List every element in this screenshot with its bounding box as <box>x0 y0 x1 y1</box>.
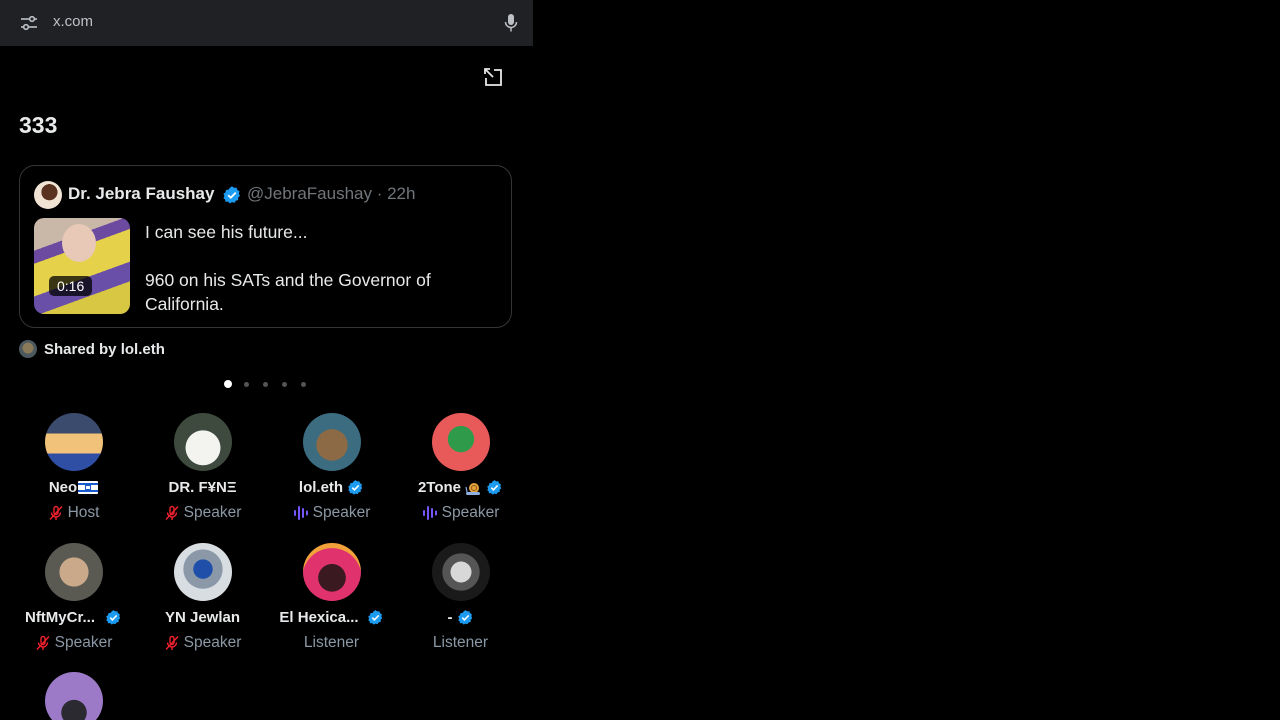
page-dot[interactable] <box>282 381 287 387</box>
url-text[interactable]: x.com <box>53 13 93 30</box>
site-settings-icon[interactable] <box>20 14 38 32</box>
participant-role: Listener <box>432 634 489 651</box>
post-text: I can see his future... 960 on his SATs … <box>145 220 485 316</box>
participant-name: YN Jewlan <box>164 609 241 626</box>
participant-role: Speaker <box>183 504 242 521</box>
expand-icon[interactable] <box>482 66 504 88</box>
space-title: 333 <box>19 112 58 138</box>
space-panel: x.com 333 Dr. Jebra Faushay @JebraFausha… <box>0 0 533 720</box>
shared-by[interactable]: Shared by lol.eth <box>19 339 165 359</box>
avatar[interactable] <box>174 543 232 601</box>
verified-badge-icon <box>487 480 502 495</box>
participant-name: Neo <box>48 479 78 496</box>
verified-badge-icon <box>106 610 121 625</box>
verified-badge-icon <box>457 610 472 625</box>
browser-address-bar[interactable]: x.com <box>0 0 533 46</box>
avatar[interactable] <box>45 413 103 471</box>
participant-name: El Hexica... <box>279 609 359 626</box>
avatar[interactable] <box>45 672 103 720</box>
avatar[interactable] <box>303 543 361 601</box>
snail-emoji-icon <box>465 482 481 495</box>
mic-muted-icon <box>36 635 50 650</box>
participant-name: NftMyCr... <box>24 609 95 626</box>
avatar[interactable] <box>432 543 490 601</box>
video-thumbnail[interactable]: 0:16 <box>34 218 130 314</box>
page-dot[interactable] <box>263 381 268 387</box>
verified-badge-icon <box>367 610 382 625</box>
page-dot[interactable] <box>224 380 232 388</box>
participant-role: Speaker <box>312 504 371 521</box>
video-duration: 0:16 <box>49 276 93 296</box>
participant-name: 2Tone <box>417 479 462 496</box>
author-avatar[interactable] <box>34 181 62 209</box>
microphone-icon[interactable] <box>504 13 518 33</box>
participant-name: DR. F¥NΞ <box>168 479 237 496</box>
avatar[interactable] <box>45 543 103 601</box>
participant-name: - <box>447 609 453 626</box>
participant-role: Speaker <box>441 504 500 521</box>
participant-role: Speaker <box>54 634 113 651</box>
avatar[interactable] <box>303 413 361 471</box>
post-text-line: 960 on his SATs and the Governor of Cali… <box>145 270 431 314</box>
pinned-post-card[interactable]: Dr. Jebra Faushay @JebraFaushay · 22h 0:… <box>19 165 512 328</box>
mic-muted-icon <box>165 635 179 650</box>
mic-muted-icon <box>165 505 179 520</box>
page-dot[interactable] <box>301 381 306 387</box>
author-handle-time[interactable]: @JebraFaushay · 22h <box>247 184 415 204</box>
verified-badge-icon <box>223 186 240 204</box>
verified-badge-icon <box>348 480 363 495</box>
participant-name: lol.eth <box>298 479 344 496</box>
post-text-line: I can see his future... <box>145 222 308 242</box>
carousel-pagination <box>224 380 320 388</box>
author-name[interactable]: Dr. Jebra Faushay <box>68 184 214 204</box>
avatar[interactable] <box>174 413 232 471</box>
israel-flag-icon <box>78 481 99 494</box>
page-dot[interactable] <box>244 381 249 387</box>
participant-role: Listener <box>303 634 360 651</box>
participant-role: Speaker <box>183 634 242 651</box>
avatar[interactable] <box>432 413 490 471</box>
participant-role: Host <box>67 504 100 521</box>
shared-by-label: Shared by lol.eth <box>44 340 165 358</box>
speaking-waveform-icon <box>422 506 437 520</box>
sharer-avatar <box>19 340 37 358</box>
mic-muted-icon <box>49 505 63 520</box>
thumbnail-face <box>62 224 96 262</box>
speaking-waveform-icon <box>293 506 308 520</box>
